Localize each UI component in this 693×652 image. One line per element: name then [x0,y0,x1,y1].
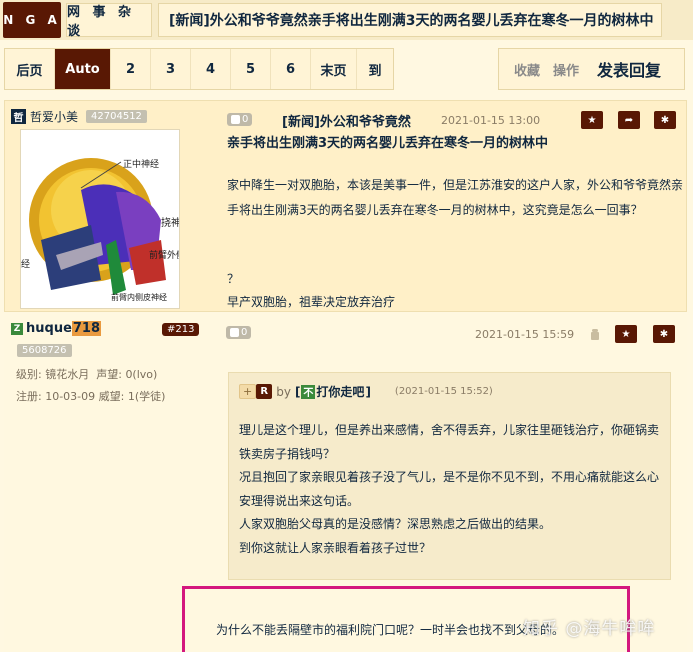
quote-line: 理儿是这个理儿，但是养出来感情，舍不得丢弃，儿家往里砸钱治疗，你砸锅卖铁卖房子捐… [239,423,660,461]
top-bar: N G A 网 事 杂 谈 [新闻]外公和爷爷竟然亲手将出生刚满3天的两名婴儿丢… [0,0,693,40]
reply-button[interactable]: 发表回复 [597,57,661,81]
like-button[interactable]: 0 [227,113,253,126]
bracket-close: ] [365,384,371,399]
level-value: 镜花水月 [45,368,90,381]
page-last-button[interactable]: 末页 [311,49,357,89]
fame-value: 0(lvo) [125,368,158,381]
post-title-line-1: [新闻]外公和爷爷竟然 [282,115,411,130]
fame-label: 声望: [96,368,122,381]
avatar-label-1: 正中神经 [123,158,159,170]
quote-expand-button[interactable]: + [239,384,257,399]
avatar-label-4: 经 [21,258,30,270]
page-5-button[interactable]: 5 [231,49,271,89]
post-question: ？ [227,272,240,286]
breadcrumb-thread-title[interactable]: [新闻]外公和爷爷竟然亲手将出生刚满3天的两名婴儿丢弃在寒冬一月的树林中 [158,3,662,37]
nga-logo[interactable]: N G A [3,2,61,38]
reply-badge: R [256,384,273,399]
page-auto-button[interactable]: Auto [55,49,111,89]
user-id: 42704512 [86,110,147,123]
avatar-label-3: 前臂外侧 [149,249,180,261]
username-number: 718 [71,321,102,336]
watermark: 知乎 @海牛哞哞 [523,619,656,639]
post-date: 2021-01-15 15:59 [475,328,575,341]
operate-button[interactable]: 操作 [547,60,585,79]
quote-block: + R by [ 不 打你走吧 ] (2021-01-15 15:52) 理儿是… [228,372,671,580]
post-title-line-2: 亲手将出生刚满3天的两名婴儿丢弃在寒冬一月的树林中 [227,136,549,151]
quote-author-badge: 不 [301,384,316,399]
quote-header: + R by [ 不 打你走吧 ] (2021-01-15 15:52) [239,383,493,400]
reg-label: 注册: [16,390,42,403]
quote-author[interactable]: [ 不 打你走吧 ] [295,383,371,400]
page-prev-button[interactable]: 后页 [5,49,55,89]
user-badge: Z [11,322,23,335]
gear-icon[interactable]: ✱ [654,111,676,129]
avatar-label-2: 挠神 [161,216,180,229]
prestige-label: 威望: [98,390,125,403]
avatar-label-5: 前臂内侧皮神经 [111,292,167,302]
post-1: 哲 哲爱小美 42704512 正中神经 挠神 前臂外侧 经 前臂内侧皮神经 0… [4,100,687,312]
user-reg-line: 注册: 10-03-09 威望: 1(学徒) [16,388,165,404]
quote-line: 到你这就让人家亲眼看着孩子过世？ [239,540,432,555]
page-6-button[interactable]: 6 [271,49,311,89]
favorite-button[interactable]: 收藏 [507,60,547,79]
bracket-open: [ [294,384,301,399]
thumb-up-icon [231,115,240,124]
post-2: Z huque718 #213 5608726 级别: 镜花水月 声望: 0(l… [4,314,687,652]
username-prefix: huque [26,321,72,336]
post2-author: Z huque718 [11,321,102,336]
star-icon[interactable]: ★ [615,325,637,343]
like-count: 0 [242,114,249,125]
quote-line: 况且抱回了家亲眼见着孩子没了气儿，是不是你不见不到，不用心痛就能这么心安理得说出… [239,470,660,508]
floor-number[interactable]: #213 [162,323,200,336]
avatar[interactable]: 正中神经 挠神 前臂外侧 经 前臂内侧皮神经 [20,129,180,309]
level-label: 级别: [16,368,42,381]
quote-author-name: 打你走吧 [316,385,365,399]
post-date: 2021-01-15 13:00 [441,114,541,127]
quote-body: 理儿是这个理儿，但是养出来感情，舍不得丢弃，儿家往里砸钱治疗，你砸锅卖铁卖房子捐… [239,419,664,560]
breadcrumb-forum[interactable]: 网 事 杂 谈 [66,3,152,39]
username[interactable]: huque718 [26,321,102,336]
like-count: 0 [241,327,248,338]
share-icon[interactable]: ➦ [618,111,640,129]
post2-author-panel: Z huque718 #213 5608726 级别: 镜花水月 声望: 0(l… [4,314,204,652]
user-level-line: 级别: 镜花水月 声望: 0(lvo) [16,366,157,382]
post-body-extra: 早产双胞胎，祖辈决定放弃治疗 [227,295,396,309]
android-icon [591,329,599,340]
thumb-up-icon [230,328,239,337]
reg-date: 10-03-09 [45,390,96,403]
star-icon[interactable]: ★ [581,111,603,129]
gear-icon[interactable]: ✱ [653,325,675,343]
page-jump-button[interactable]: 到 [357,49,393,89]
username[interactable]: 哲爱小美 [30,108,78,125]
avatar-image: 正中神经 挠神 前臂外侧 经 前臂内侧皮神经 [21,130,180,308]
page-4-button[interactable]: 4 [191,49,231,89]
like-button[interactable]: 0 [226,326,252,339]
user-id: 5608726 [17,344,72,357]
page-2-button[interactable]: 2 [111,49,151,89]
user-badge: 哲 [11,109,26,124]
page-3-button[interactable]: 3 [151,49,191,89]
quote-date: (2021-01-15 15:52) [394,386,493,397]
prestige-value: 1(学徒) [127,390,166,403]
quote-line: 人家双胞胎父母真的是没感情？深思熟虑之后做出的结果。 [239,517,552,531]
quote-by: by [276,384,291,399]
post-body: 家中降生一对双胞胎，本该是美事一件，但是江苏淮安的这户人家，外公和爷爷竟然亲手将… [227,178,684,217]
pagination: 后页 Auto 2 3 4 5 6 末页 到 [4,48,394,90]
thread-actions: 收藏 操作 发表回复 [498,48,685,90]
post1-author: 哲 哲爱小美 42704512 [11,108,147,125]
